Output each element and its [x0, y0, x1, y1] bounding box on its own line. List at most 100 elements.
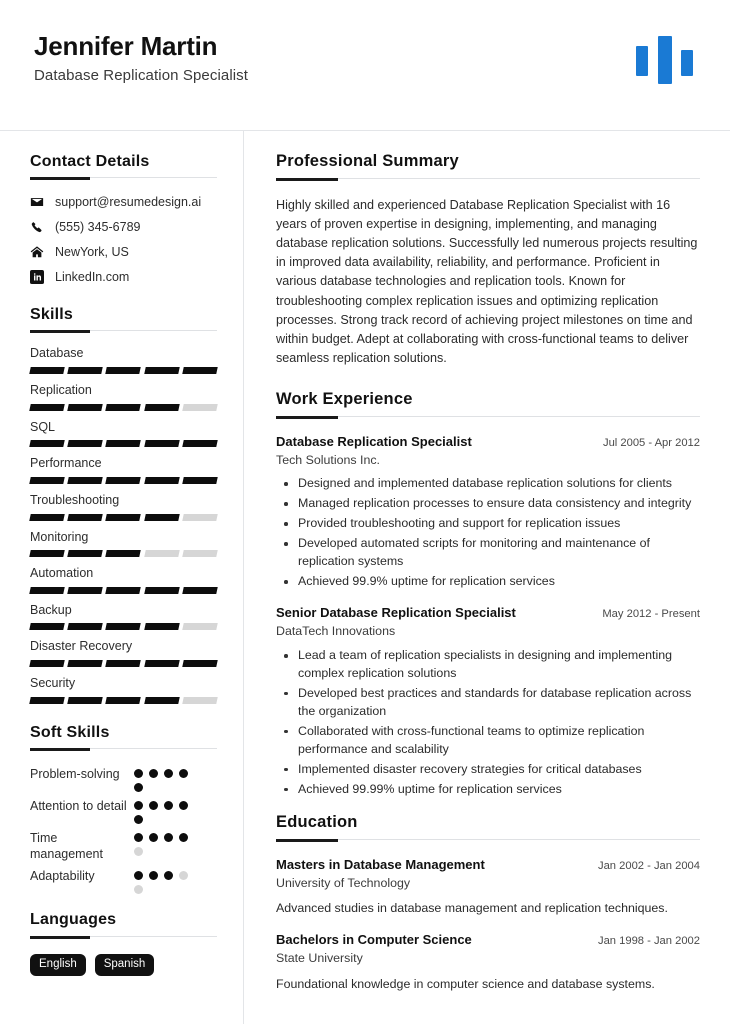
- home-icon: [30, 245, 44, 259]
- skill-segment: [182, 476, 218, 484]
- skill-item: Monitoring: [29, 529, 218, 558]
- skill-segment: [67, 660, 104, 667]
- contact-list: support@resumedesign.ai (555) 345-6789 N…: [30, 195, 217, 285]
- list-item: Lead a team of replication specialists i…: [276, 647, 700, 683]
- skill-item: Troubleshooting: [29, 493, 218, 521]
- rating-dot: [164, 768, 173, 778]
- language-tag: English: [30, 953, 86, 976]
- skill-segment: [105, 440, 142, 448]
- list-item: Provided troubleshooting and support for…: [276, 515, 700, 533]
- education-description: Advanced studies in database management …: [276, 901, 668, 916]
- skill-segment: [67, 586, 104, 594]
- responsibility-list: Designed and implemented database replic…: [276, 475, 700, 591]
- soft-skills-section-title: Soft Skills: [30, 723, 110, 741]
- job-dates: May 2012 - Present: [602, 608, 700, 621]
- contact-item-phone[interactable]: (555) 345-6789: [30, 220, 217, 234]
- contact-item-linkedin[interactable]: LinkedIn.com: [30, 270, 217, 285]
- rating-dot: [134, 846, 143, 856]
- skills-list: Database Replication SQL Performance Trouble…: [29, 346, 218, 704]
- rating-dot: [164, 832, 173, 842]
- skill-segment: [29, 440, 65, 448]
- rating-dot: [149, 832, 158, 842]
- skills-section-title: Skills: [30, 306, 74, 324]
- soft-skill-rating: [134, 798, 200, 824]
- skill-segment: [182, 440, 218, 448]
- contact-location-text: NewYork, US: [55, 244, 129, 259]
- skill-segment: [182, 550, 218, 558]
- skill-segment: [29, 403, 65, 411]
- skill-segment: [143, 660, 180, 667]
- rating-dot: [149, 800, 158, 810]
- skill-level-bar: [29, 476, 218, 484]
- education-description: Foundational knowledge in computer scien…: [276, 976, 655, 991]
- skill-label: SQL: [30, 419, 56, 434]
- skill-segment: [67, 623, 104, 631]
- rating-dot: [134, 885, 143, 895]
- skill-segment: [29, 513, 65, 521]
- page-title: Jennifer Martin: [34, 31, 218, 61]
- linkedin-icon: [30, 270, 44, 285]
- degree-title: Masters in Database Management: [276, 856, 485, 872]
- contact-section-title: Contact Details: [30, 153, 150, 170]
- skill-item: Automation: [29, 566, 218, 594]
- rating-dot: [134, 814, 143, 824]
- soft-skill-label: Adaptability: [30, 869, 95, 884]
- rating-dot: [149, 768, 158, 778]
- skill-label: Monitoring: [30, 529, 89, 544]
- entry-header: Database Replication Specialist Jul 2005 …: [276, 434, 700, 451]
- soft-skill-label: Attention to detail: [30, 798, 127, 813]
- skill-label: Security: [30, 676, 76, 690]
- skill-label: Replication: [30, 383, 92, 397]
- skill-segment: [29, 476, 65, 484]
- summary-section-title: Professional Summary: [276, 152, 459, 170]
- soft-skill-label: Problem-solving: [30, 766, 120, 781]
- experience-section-title: Work Experience: [276, 390, 413, 409]
- job-dates: Jul 2005 - Apr 2012: [602, 436, 700, 449]
- list-item: Managed replication processes to ensure …: [276, 495, 700, 513]
- rating-dot: [164, 800, 173, 810]
- rating-dot: [134, 768, 143, 778]
- skill-segment: [105, 623, 142, 631]
- skill-level-bar: [29, 513, 218, 521]
- skill-item: SQL: [29, 419, 218, 448]
- skill-item: Performance: [29, 456, 218, 484]
- education-dates: Jan 2002 - Jan 2004: [597, 859, 700, 872]
- entry-header: Bachelors in Computer Science Jan 1998 - …: [276, 932, 700, 949]
- entry-header: Masters in Database Management Jan 2002 -…: [276, 857, 700, 874]
- employer-name: Tech Solutions Inc.: [276, 452, 381, 467]
- list-item: Designed and implemented database replic…: [276, 475, 700, 493]
- skill-segment: [143, 550, 180, 558]
- soft-skill-rating: [134, 830, 200, 856]
- languages-list: English Spanish: [30, 953, 217, 976]
- rating-dot: [179, 832, 188, 842]
- sidebar: Contact Details support@resumedesign.ai …: [0, 130, 243, 1024]
- summary-text: Highly skilled and experienced Database …: [276, 197, 698, 365]
- section-rule: [30, 177, 217, 181]
- skill-segment: [105, 586, 142, 594]
- skill-label: Performance: [30, 456, 102, 471]
- list-item: Collaborated with cross-functional teams…: [276, 723, 700, 759]
- skill-segment: [182, 513, 218, 521]
- section-rule: [276, 415, 700, 420]
- languages-section-title: Languages: [30, 911, 117, 929]
- rating-dot: [134, 832, 143, 842]
- list-item: Implemented disaster recovery strategies…: [276, 761, 700, 779]
- skill-segment: [143, 513, 180, 521]
- skill-segment: [105, 660, 142, 667]
- skill-segment: [182, 696, 218, 704]
- skill-segment: [105, 367, 142, 374]
- skill-segment: [67, 403, 104, 411]
- skill-level-bar: [29, 550, 218, 558]
- experience-list: Database Replication Specialist Jul 2005 …: [276, 434, 700, 799]
- skill-segment: [182, 623, 218, 631]
- skill-level-bar: [29, 660, 218, 667]
- rating-dot: [134, 871, 143, 881]
- contact-item-email[interactable]: support@resumedesign.ai: [30, 195, 217, 209]
- skill-segment: [143, 367, 180, 374]
- skill-segment: [105, 403, 142, 411]
- contact-phone-text: (555) 345-6789: [55, 219, 141, 234]
- skill-segment: [182, 586, 218, 594]
- header-divider: [0, 130, 730, 131]
